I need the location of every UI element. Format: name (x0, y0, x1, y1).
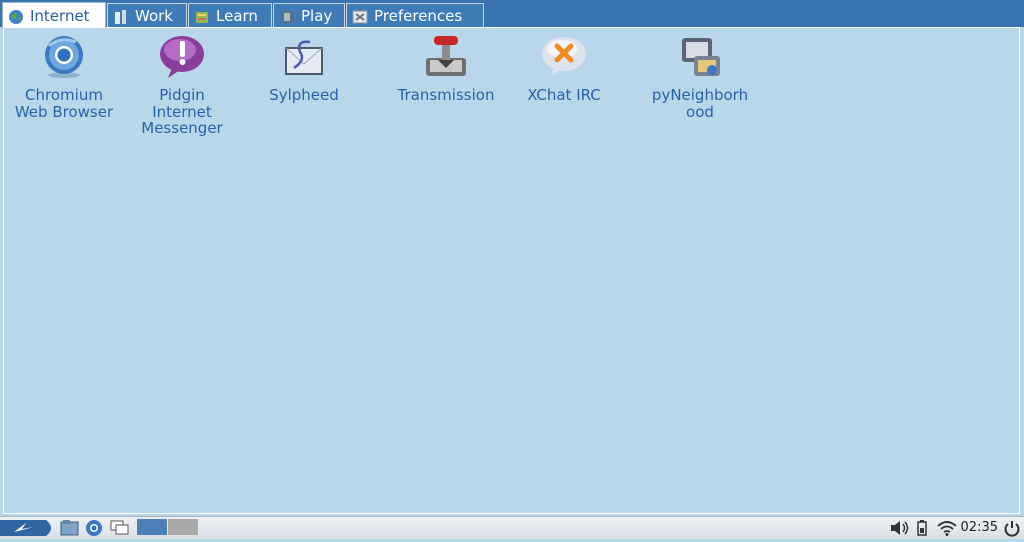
app-pidgin[interactable]: Pidgin Internet Messenger (128, 34, 236, 137)
app-launcher-area: Chromium Web Browser Pidgin Internet Mes… (3, 27, 1020, 514)
app-xchat[interactable]: XChat IRC (518, 34, 610, 104)
app-label-line2: Internet (152, 102, 212, 121)
tab-bar: Internet Work Learn Play Preferences (0, 0, 1024, 28)
clock[interactable]: 02:35 (961, 520, 998, 535)
workspace-2[interactable] (168, 519, 198, 535)
sylpheed-icon (280, 34, 328, 80)
app-label-line1: Chromium (25, 86, 103, 104)
tab-label: Preferences (374, 6, 463, 25)
settings-icon (352, 8, 368, 24)
app-label-line1: pyNeighborh (651, 86, 749, 104)
pyneighborhood-icon (676, 34, 724, 80)
app-label-line1: Pidgin (159, 86, 205, 104)
app-label-line3: Messenger (141, 119, 223, 137)
app-pyneighborhood[interactable]: pyNeighborh ood (644, 34, 756, 120)
workspace-1[interactable] (137, 519, 167, 535)
chromium-icon (40, 34, 88, 80)
app-sylpheed[interactable]: Sylpheed (258, 34, 350, 104)
tab-internet[interactable]: Internet (2, 2, 106, 28)
tab-label: Play (301, 6, 333, 25)
app-label-line2: ood (686, 102, 714, 121)
tab-play[interactable]: Play (273, 3, 345, 27)
taskbar: 02:35 (0, 516, 1024, 539)
globe-icon (8, 8, 24, 24)
app-chromium[interactable]: Chromium Web Browser (8, 34, 120, 120)
tab-work[interactable]: Work (107, 3, 187, 27)
book-icon (194, 8, 210, 24)
tab-label: Internet (30, 6, 90, 25)
app-transmission[interactable]: Transmission (390, 34, 502, 104)
film-icon (279, 8, 295, 24)
xchat-icon (540, 34, 588, 80)
tab-label: Work (135, 6, 173, 25)
pidgin-icon (158, 34, 206, 80)
app-label-line1: XChat IRC (527, 86, 601, 104)
app-label-line2: Web Browser (14, 102, 114, 121)
start-menu-button[interactable] (0, 518, 56, 542)
tab-learn[interactable]: Learn (188, 3, 272, 27)
transmission-icon (422, 34, 470, 80)
tab-preferences[interactable]: Preferences (346, 3, 484, 27)
app-label-line1: Transmission (397, 86, 495, 104)
tab-label: Learn (216, 6, 258, 25)
app-label-line1: Sylpheed (269, 86, 339, 104)
pencil-icon (113, 8, 129, 24)
